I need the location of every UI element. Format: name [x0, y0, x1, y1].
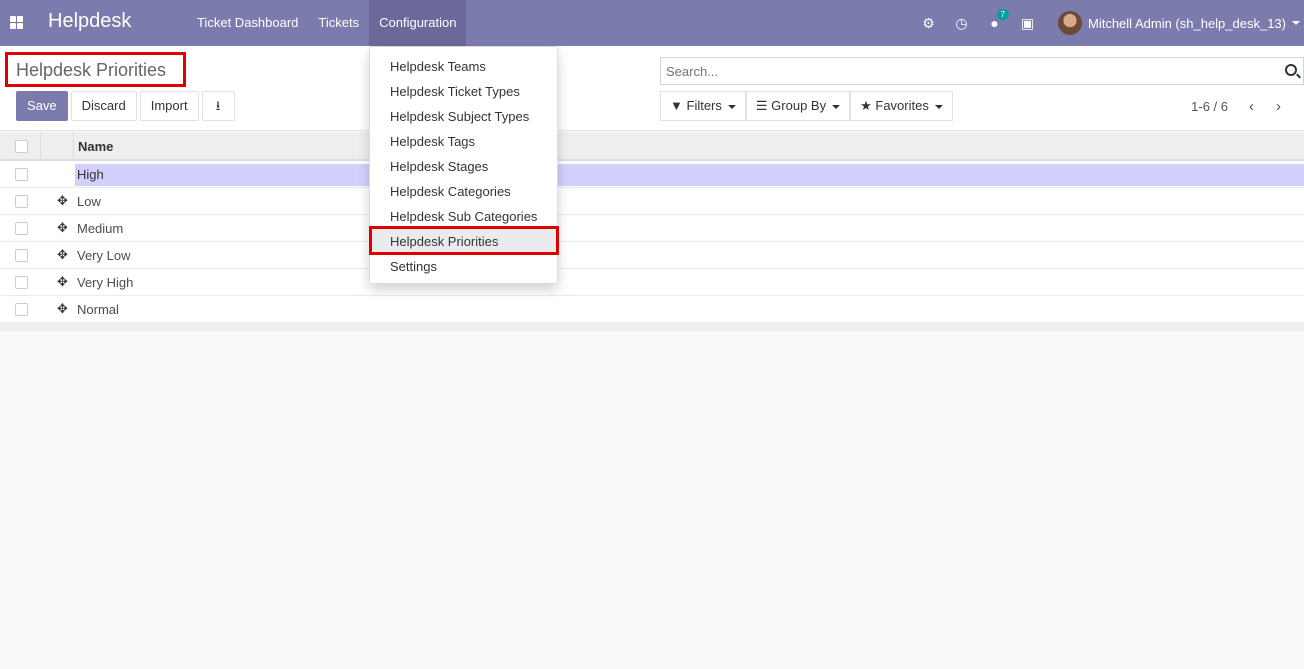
priority-name: Medium	[77, 221, 124, 236]
table-row[interactable]: ✥ Very Low	[0, 242, 1304, 269]
caret-down-icon	[934, 104, 943, 109]
chevron-left-icon[interactable]: ‹	[1238, 98, 1265, 115]
menu-tickets[interactable]: Tickets	[308, 0, 369, 46]
column-divider	[73, 132, 74, 161]
group-by-button[interactable]: ☰ Group By	[745, 91, 851, 121]
drag-handle-icon[interactable]: ✥	[56, 302, 69, 315]
favorites-label: Favorites	[875, 98, 929, 113]
top-navbar: Helpdesk Ticket Dashboard Tickets Config…	[0, 0, 1304, 46]
clock-icon[interactable]: ◷	[945, 15, 978, 32]
search-input[interactable]	[661, 58, 1261, 84]
group-by-label: Group By	[771, 98, 827, 113]
list-header: Name	[0, 132, 1304, 161]
name-column-header[interactable]: Name	[78, 139, 113, 154]
user-name: Mitchell Admin (sh_help_desk_13)	[1088, 15, 1286, 31]
gift-icon[interactable]: ▣	[1011, 15, 1044, 32]
priority-name: Very High	[77, 275, 134, 290]
priorities-list: Name High ✥ Low ✥ Medium ✥ Very Low ✥ Ve…	[0, 132, 1304, 331]
systray: ⚙ ◷ ● 7 ▣ Mitchell Admin (sh_help_desk_13…	[912, 0, 1304, 46]
menu-configuration[interactable]: Configuration	[369, 0, 467, 46]
column-divider	[40, 132, 41, 161]
chevron-right-icon[interactable]: ›	[1265, 98, 1292, 115]
table-row[interactable]: ✥ Very High	[0, 269, 1304, 296]
pager: 1-6 / 6 ‹ ›	[1191, 98, 1292, 115]
table-row[interactable]: ✥ Medium	[0, 215, 1304, 242]
row-checkbox[interactable]	[15, 276, 28, 289]
messages-badge: 7	[996, 9, 1009, 20]
menu-item-helpdesk-teams[interactable]: Helpdesk Teams	[370, 54, 557, 79]
drag-handle-icon[interactable]: ✥	[56, 275, 69, 288]
menu-item-subject-types[interactable]: Helpdesk Subject Types	[370, 104, 557, 129]
apps-menu-icon[interactable]	[10, 16, 23, 29]
row-checkbox[interactable]	[15, 168, 28, 181]
menu-item-settings[interactable]: Settings	[370, 254, 557, 279]
list-icon: ☰	[755, 98, 768, 113]
search-options: ▼ Filters ☰ Group By ★ Favorites	[660, 91, 953, 121]
caret-down-icon	[832, 104, 841, 109]
pager-value[interactable]: 1-6 / 6	[1191, 99, 1228, 114]
control-panel: Helpdesk Priorities Save Discard Import …	[0, 46, 1304, 131]
row-checkbox[interactable]	[15, 303, 28, 316]
chevron-down-icon	[1292, 21, 1300, 25]
app-brand[interactable]: Helpdesk	[48, 10, 131, 33]
priorities-highlight-box	[369, 226, 559, 255]
chat-icon[interactable]: ● 7	[978, 9, 1011, 31]
table-row[interactable]: ✥ Low	[0, 188, 1304, 215]
table-row[interactable]: ✥ Normal	[0, 296, 1304, 323]
caret-down-icon	[727, 104, 736, 109]
drag-handle-icon[interactable]: ✥	[56, 194, 69, 207]
search-box	[660, 57, 1304, 85]
import-button[interactable]: Import	[139, 91, 199, 121]
search-icon[interactable]	[1285, 64, 1297, 76]
drag-handle-icon[interactable]: ✥	[56, 221, 69, 234]
table-row[interactable]: High	[0, 161, 1304, 188]
download-button[interactable]: ⭳	[201, 91, 235, 121]
bug-icon[interactable]: ⚙	[912, 15, 945, 32]
list-buttons: Save Discard Import ⭳	[16, 91, 235, 121]
filters-button[interactable]: ▼ Filters	[660, 91, 746, 121]
row-checkbox[interactable]	[15, 249, 28, 262]
filters-label: Filters	[686, 98, 722, 113]
menu-item-stages[interactable]: Helpdesk Stages	[370, 154, 557, 179]
menu-item-categories[interactable]: Helpdesk Categories	[370, 179, 557, 204]
priority-name: Normal	[77, 302, 119, 317]
row-checkbox[interactable]	[15, 222, 28, 235]
avatar	[1058, 11, 1082, 35]
select-all-checkbox[interactable]	[15, 140, 28, 153]
title-highlight-box	[5, 52, 186, 87]
save-button[interactable]: Save	[16, 91, 68, 121]
priority-name[interactable]: High	[77, 167, 104, 182]
priority-name: Low	[77, 194, 101, 209]
user-menu[interactable]: Mitchell Admin (sh_help_desk_13)	[1058, 11, 1304, 35]
priority-name: Very Low	[77, 248, 131, 263]
star-icon: ★	[860, 98, 872, 113]
filter-icon: ▼	[670, 98, 683, 113]
favorites-button[interactable]: ★ Favorites	[850, 91, 953, 121]
row-checkbox[interactable]	[15, 195, 28, 208]
discard-button[interactable]: Discard	[70, 91, 137, 121]
menu-item-tags[interactable]: Helpdesk Tags	[370, 129, 557, 154]
menu-ticket-dashboard[interactable]: Ticket Dashboard	[187, 0, 308, 46]
main-menu: Ticket Dashboard Tickets Configuration	[187, 0, 467, 46]
drag-handle-icon[interactable]: ✥	[56, 248, 69, 261]
download-icon: ⭳	[215, 98, 221, 113]
name-edit-field[interactable]	[75, 164, 1304, 186]
menu-item-ticket-types[interactable]: Helpdesk Ticket Types	[370, 79, 557, 104]
